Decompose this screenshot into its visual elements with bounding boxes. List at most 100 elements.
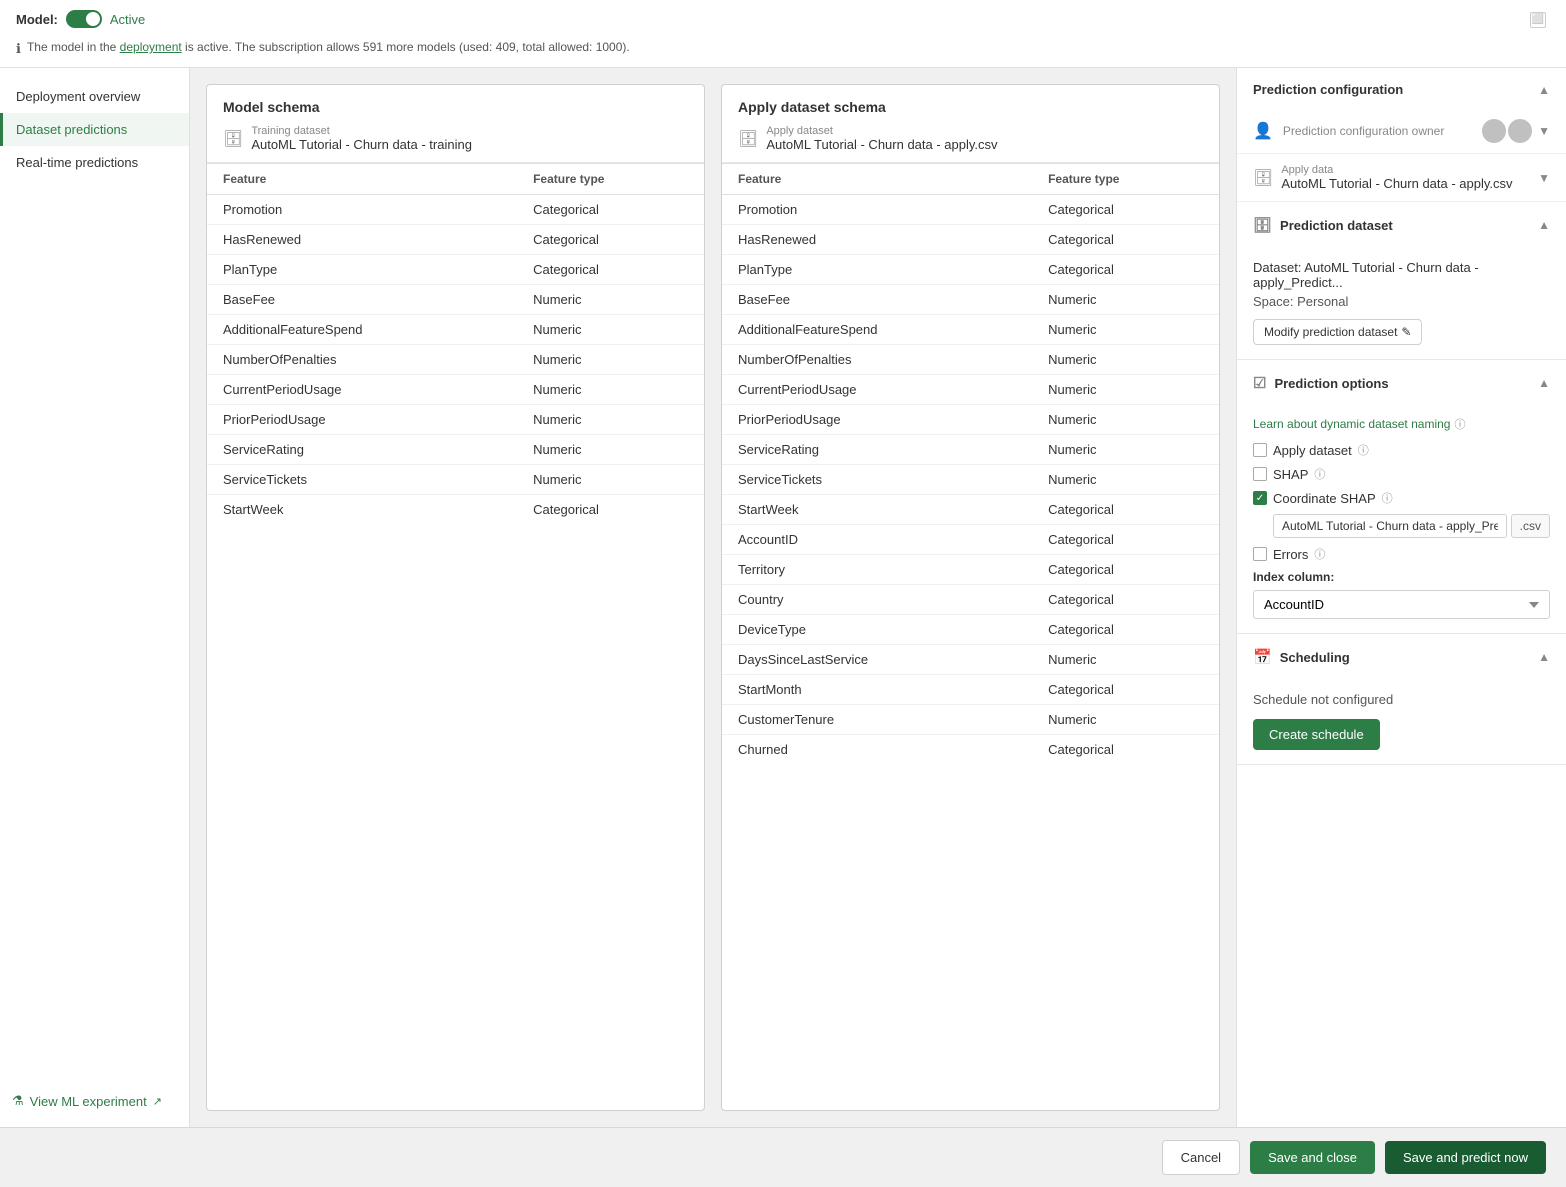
- table-row: PriorPeriodUsageNumeric: [722, 405, 1219, 435]
- table-row: NumberOfPenaltiesNumeric: [207, 345, 704, 375]
- prediction-options-title: Prediction options: [1274, 376, 1388, 391]
- table-row: PlanTypeCategorical: [207, 255, 704, 285]
- scheduling-content: Schedule not configured Create schedule: [1237, 680, 1566, 764]
- table-row: ServiceRatingNumeric: [722, 435, 1219, 465]
- table-row: PlanTypeCategorical: [722, 255, 1219, 285]
- apply-data-value: AutoML Tutorial - Churn data - apply.csv: [1281, 176, 1512, 191]
- training-dataset-label: Training dataset: [251, 125, 472, 137]
- apply-schema-table: Feature Feature type PromotionCategorica…: [722, 163, 1219, 764]
- table-row: TerritoryCategorical: [722, 555, 1219, 585]
- shap-option-label: SHAP: [1273, 467, 1308, 482]
- info-icon: ℹ: [16, 41, 21, 57]
- apply-dataset-name: AutoML Tutorial - Churn data - apply.csv: [766, 137, 997, 152]
- learn-link[interactable]: Learn about dynamic dataset naming ⓘ: [1253, 416, 1550, 432]
- apply-dataset-checkbox[interactable]: [1253, 443, 1267, 457]
- table-row: ChurnedCategorical: [722, 735, 1219, 765]
- table-row: CurrentPeriodUsageNumeric: [207, 375, 704, 405]
- table-row: CurrentPeriodUsageNumeric: [722, 375, 1219, 405]
- table-row: DeviceTypeCategorical: [722, 615, 1219, 645]
- prediction-config-title: Prediction configuration: [1253, 82, 1403, 97]
- toggle-state-label: Active: [110, 12, 145, 27]
- prediction-options-content: Learn about dynamic dataset naming ⓘ App…: [1237, 406, 1566, 633]
- scheduling-collapse-icon: ▲: [1538, 650, 1550, 664]
- prediction-options-icon: ☑: [1253, 374, 1266, 392]
- scheduling-section: 📅 Scheduling ▲ Schedule not configured C…: [1237, 634, 1566, 765]
- scheduling-title: Scheduling: [1280, 650, 1350, 665]
- prediction-dataset-icon: 🗄: [1253, 216, 1272, 234]
- index-column-label: Index column:: [1253, 570, 1550, 584]
- top-bar: Model: Active ℹ The model in the deploym…: [0, 0, 1566, 68]
- model-toggle[interactable]: [66, 10, 102, 28]
- table-row: ServiceTicketsNumeric: [207, 465, 704, 495]
- prediction-options-header[interactable]: ☑ Prediction options ▲: [1237, 360, 1566, 406]
- table-row: StartWeekCategorical: [722, 495, 1219, 525]
- sidebar-item-dataset-predictions[interactable]: Dataset predictions: [0, 113, 189, 146]
- training-dataset-icon: 🗄: [223, 129, 243, 149]
- cancel-button[interactable]: Cancel: [1162, 1140, 1240, 1175]
- apply-dataset-option-label: Apply dataset: [1273, 443, 1352, 458]
- scheduling-header[interactable]: 📅 Scheduling ▲: [1237, 634, 1566, 680]
- owner-avatar-1: [1482, 119, 1506, 143]
- edit-icon: ✎: [1401, 325, 1411, 339]
- deployment-link[interactable]: deployment: [120, 40, 182, 54]
- right-panel: Prediction configuration ▲ 👤 Prediction …: [1236, 68, 1566, 1127]
- apply-schema-card: Apply dataset schema 🗄 Apply dataset Aut…: [721, 84, 1220, 1111]
- apply-dataset-info-icon: ⓘ: [1358, 442, 1369, 458]
- prediction-dataset-content: Dataset: AutoML Tutorial - Churn data - …: [1237, 248, 1566, 359]
- table-row: HasRenewedCategorical: [207, 225, 704, 255]
- coordinate-shap-info-icon: ⓘ: [1382, 490, 1393, 506]
- model-feature-col-header: Feature: [207, 164, 517, 195]
- csv-extension-badge: .csv: [1511, 514, 1550, 538]
- apply-schema-title: Apply dataset schema: [738, 99, 1203, 115]
- prediction-options-section: ☑ Prediction options ▲ Learn about dynam…: [1237, 360, 1566, 634]
- scheduling-icon: 📅: [1253, 648, 1272, 666]
- sidebar-item-deployment-overview[interactable]: Deployment overview: [0, 80, 189, 113]
- table-row: PromotionCategorical: [207, 195, 704, 225]
- external-link-icon: ↗: [153, 1095, 162, 1108]
- shap-checkbox[interactable]: [1253, 467, 1267, 481]
- save-close-button[interactable]: Save and close: [1250, 1141, 1375, 1174]
- table-row: AdditionalFeatureSpendNumeric: [207, 315, 704, 345]
- index-column-select[interactable]: AccountID: [1253, 590, 1550, 619]
- modify-prediction-dataset-button[interactable]: Modify prediction dataset ✎: [1253, 319, 1422, 345]
- content-area: Model schema 🗄 Training dataset AutoML T…: [190, 68, 1236, 1127]
- prediction-config-header[interactable]: Prediction configuration ▲: [1237, 68, 1566, 111]
- errors-info-icon: ⓘ: [1314, 546, 1325, 562]
- table-row: CustomerTenureNumeric: [722, 705, 1219, 735]
- prediction-dataset-collapse-icon: ▲: [1538, 218, 1550, 232]
- window-maximize-button[interactable]: ⬜: [1530, 12, 1546, 28]
- coordinate-shap-checkbox[interactable]: [1253, 491, 1267, 505]
- model-schema-card: Model schema 🗄 Training dataset AutoML T…: [206, 84, 705, 1111]
- table-row: StartMonthCategorical: [722, 675, 1219, 705]
- save-predict-button[interactable]: Save and predict now: [1385, 1141, 1546, 1174]
- coordinate-shap-label: Coordinate SHAP: [1273, 491, 1376, 506]
- table-row: BaseFeeNumeric: [722, 285, 1219, 315]
- sidebar-item-realtime-predictions[interactable]: Real-time predictions: [0, 146, 189, 179]
- errors-checkbox[interactable]: [1253, 547, 1267, 561]
- prediction-dataset-header[interactable]: 🗄 Prediction dataset ▲: [1237, 202, 1566, 248]
- apply-featuretype-col-header: Feature type: [1032, 164, 1219, 195]
- shap-info-icon: ⓘ: [1314, 466, 1325, 482]
- table-row: CountryCategorical: [722, 585, 1219, 615]
- table-row: ServiceTicketsNumeric: [722, 465, 1219, 495]
- view-experiment-button[interactable]: ⚗ View ML experiment ↗: [0, 1085, 190, 1117]
- model-schema-table: Feature Feature type PromotionCategorica…: [207, 163, 704, 524]
- coordinate-shap-input[interactable]: [1273, 514, 1507, 538]
- learn-info-icon: ⓘ: [1454, 416, 1465, 432]
- table-row: DaysSinceLastServiceNumeric: [722, 645, 1219, 675]
- info-text: The model in the deployment is active. T…: [27, 40, 630, 54]
- apply-dataset-icon: 🗄: [738, 129, 758, 149]
- create-schedule-button[interactable]: Create schedule: [1253, 719, 1380, 750]
- apply-data-icon: 🗄: [1253, 168, 1273, 188]
- owner-icon: 👤: [1253, 121, 1273, 141]
- prediction-options-collapse-icon: ▲: [1538, 376, 1550, 390]
- table-row: ServiceRatingNumeric: [207, 435, 704, 465]
- model-featuretype-col-header: Feature type: [517, 164, 704, 195]
- table-row: PriorPeriodUsageNumeric: [207, 405, 704, 435]
- prediction-dataset-name: Dataset: AutoML Tutorial - Churn data - …: [1253, 260, 1550, 290]
- model-schema-title: Model schema: [223, 99, 688, 115]
- apply-feature-col-header: Feature: [722, 164, 1032, 195]
- owner-expand-icon: ▼: [1538, 124, 1550, 138]
- prediction-dataset-title: Prediction dataset: [1280, 218, 1393, 233]
- table-row: AccountIDCategorical: [722, 525, 1219, 555]
